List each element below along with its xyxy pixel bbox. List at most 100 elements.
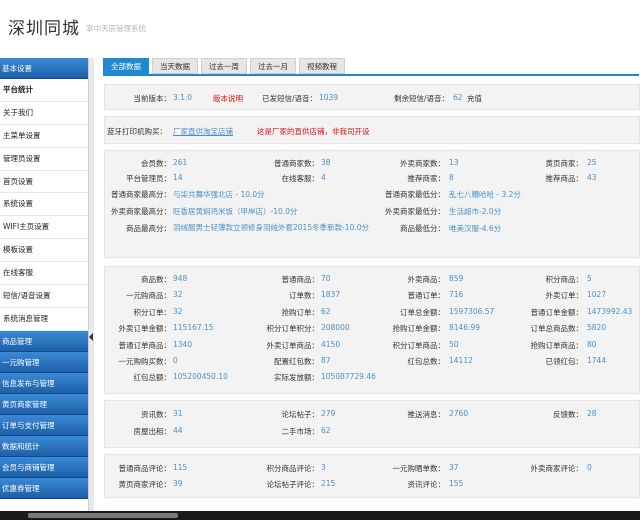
stat-label: 外卖商家最高分： (111, 207, 171, 216)
stat-value: 155 (449, 479, 464, 488)
stat-value: 62 (321, 426, 331, 435)
sidebar-item-home-settings[interactable]: 首页设置 (0, 170, 88, 194)
sidebar-item-online-service[interactable]: 在线客服 (0, 262, 88, 286)
stat-label: 外卖商家数： (400, 159, 445, 168)
scrollbar-thumb[interactable] (28, 513, 178, 518)
tab-video-tutorial[interactable]: 视频教程 (299, 58, 345, 74)
sidebar-section-coupons[interactable]: 优惠券管理 (0, 477, 88, 499)
stat-label: 积分商品评论： (266, 464, 320, 473)
stat-label: 商品最高分： (126, 224, 171, 233)
stat-label: 在线客服： (281, 174, 320, 183)
reviews-panel: 普通商品评论： 115 积分商品评论： 3 一元购晒单数： 37 外卖商家评论： 0 黄页商家评… (104, 454, 640, 498)
stat-value: 1340 (173, 339, 193, 349)
orders-panel: 商品数： 948 普通商品： 70 外卖商品： 859 积分商品： 5 一元购商品： 32 订单数：… (104, 266, 640, 394)
sidebar-section-data-stats[interactable]: 数据和统计 (0, 435, 88, 457)
stat-value: 50 (449, 339, 459, 349)
stat-value: 3 (321, 463, 326, 472)
tab-past-month[interactable]: 过去一月 (250, 58, 296, 74)
stat-value: 105087729.46 (321, 372, 376, 382)
stat-label: 外卖订单： (545, 291, 584, 301)
stat-value: 5 (587, 274, 592, 283)
stat-label: 商品最低分： (400, 224, 445, 233)
stat-label: 二手市场： (281, 427, 320, 436)
stat-value: 43 (587, 173, 597, 182)
stat-label: 抢购订单： (281, 307, 320, 317)
sidebar-collapse-bar[interactable] (88, 58, 94, 520)
stat-label: 推送消息： (407, 410, 446, 419)
stat-value: 4150 (321, 339, 341, 349)
stat-label: 红包总数： (407, 357, 446, 366)
stat-value: 8 (449, 173, 454, 182)
stat-label: 普通商家最低分： (385, 190, 445, 199)
sidebar-item-wifi-settings[interactable]: WIFI主页设置 (0, 216, 88, 240)
stat-value: 25 (587, 158, 597, 167)
stat-value: 4 (321, 173, 326, 182)
tab-past-week[interactable]: 过去一周 (201, 58, 247, 74)
stat-value: 39 (173, 479, 183, 488)
printer-store-link[interactable]: 厂家直供淘宝店铺 (173, 126, 233, 137)
stat-label: 积分订单积分： (266, 324, 320, 334)
sidebar-section-products[interactable]: 商品管理 (0, 330, 88, 352)
sidebar-item-platform-stats[interactable]: 平台统计 (0, 79, 88, 102)
sidebar-section-orders-payment[interactable]: 订单与支付管理 (0, 414, 88, 436)
sidebar-item-about-us[interactable]: 关于我们 (0, 101, 88, 125)
sidebar-item-main-menu[interactable]: 主菜单设置 (0, 124, 88, 148)
stat-label: 普通订单商品： (118, 340, 172, 350)
sidebar-item-system-messages[interactable]: 系统消息管理 (0, 307, 88, 331)
stat-value: 14 (173, 173, 183, 182)
stat-label: 外卖商家评论： (530, 464, 584, 473)
overview-panel: 会员数： 261 普通商家数： 38 外卖商家数： 13 黄页商家： 25 平台… (104, 150, 640, 258)
stat-label: 一元购购买数： (118, 357, 172, 366)
stat-label: 抢购订单金额： (392, 324, 446, 334)
stat-value[interactable]: 唯美汉服-4.6分 (449, 223, 501, 234)
stat-value: 261 (173, 158, 188, 167)
stat-value: 32 (173, 290, 183, 300)
app-subtitle: 掌中天辰管理系统 (86, 24, 146, 33)
stat-value[interactable]: 生活超市-2.0分 (449, 206, 501, 217)
stat-value[interactable]: 旺香居黄焖鸡米饭（甲岸店）-10.0分 (173, 206, 297, 217)
stat-label: 论坛帖子评论： (266, 480, 320, 489)
sidebar-section-members-shops[interactable]: 会员与商铺管理 (0, 456, 88, 478)
remain-label: 剩余短信/语音： (393, 94, 449, 103)
content-panel: 资讯数： 31 论坛帖子： 279 推送消息： 2760 反馈数： 28 房屋出租： 44 二手市场… (104, 400, 640, 448)
sidebar-item-template-settings[interactable]: 模板设置 (0, 239, 88, 263)
sidebar-item-system-settings[interactable]: 系统设置 (0, 193, 88, 217)
tab-today[interactable]: 当天数据 (152, 58, 198, 74)
horizontal-scrollbar[interactable] (0, 511, 640, 520)
tab-bar: 全部数据 当天数据 过去一周 过去一月 视频教程 (103, 58, 348, 74)
stat-value: 32 (173, 306, 183, 316)
sent-value: 1039 (319, 93, 339, 102)
sidebar-section-basic-settings[interactable]: 基本设置 (0, 58, 88, 79)
collapse-arrow-icon[interactable] (89, 333, 93, 341)
sidebar-section-yellow-pages[interactable]: 黄页商家管理 (0, 393, 88, 415)
stat-label: 普通商家最高分： (111, 190, 171, 199)
version-panel: 当前版本： 3.1.0 版本说明 已发短信/语音： 1039 剩余短信/语音： … (104, 84, 640, 110)
app-header: 深圳同城 掌中天辰管理系统 (0, 0, 640, 56)
version-notes-link[interactable]: 版本说明 (213, 93, 243, 104)
stat-value[interactable]: 羽绒服男士轻薄款立领修身羽绒外套2015冬季新款-10.0分 (173, 223, 373, 233)
stat-label: 黄页商家： (545, 159, 584, 168)
stat-value[interactable]: 乱七八糟哈哈 - 3.2分 (449, 189, 521, 200)
stat-label: 商品数： (141, 275, 171, 284)
stat-label: 一元购晒单数： (392, 464, 446, 473)
stat-label: 订单总金额： (400, 307, 445, 317)
version-label: 当前版本： (133, 94, 172, 103)
stat-value: 28 (587, 409, 597, 418)
version-value: 3.1.0 (173, 93, 193, 102)
sidebar-item-admin-settings[interactable]: 管理员设置 (0, 147, 88, 171)
sidebar-section-info-publish[interactable]: 信息发布与管理 (0, 372, 88, 394)
printer-label: 蓝牙打印机购买： (107, 127, 167, 136)
stat-value: 115167.15 (173, 323, 214, 333)
stat-label: 配置红包数： (274, 357, 319, 366)
stat-value: 14112 (449, 356, 473, 365)
sidebar-item-sms-voice[interactable]: 短信/语音设置 (0, 285, 88, 308)
stat-value[interactable]: 与柒共舞华强北店 - 10.0分 (173, 189, 265, 200)
tab-all-data[interactable]: 全部数据 (103, 58, 149, 74)
sidebar-section-one-yuan[interactable]: 一元购管理 (0, 351, 88, 373)
stat-value: 31 (173, 409, 183, 418)
stat-label: 积分订单商品： (392, 340, 446, 350)
stat-label: 积分商品： (545, 275, 584, 284)
remain-value: 62 (453, 93, 463, 102)
recharge-link[interactable]: 充值 (467, 93, 482, 104)
stat-label: 普通商品： (281, 275, 320, 284)
